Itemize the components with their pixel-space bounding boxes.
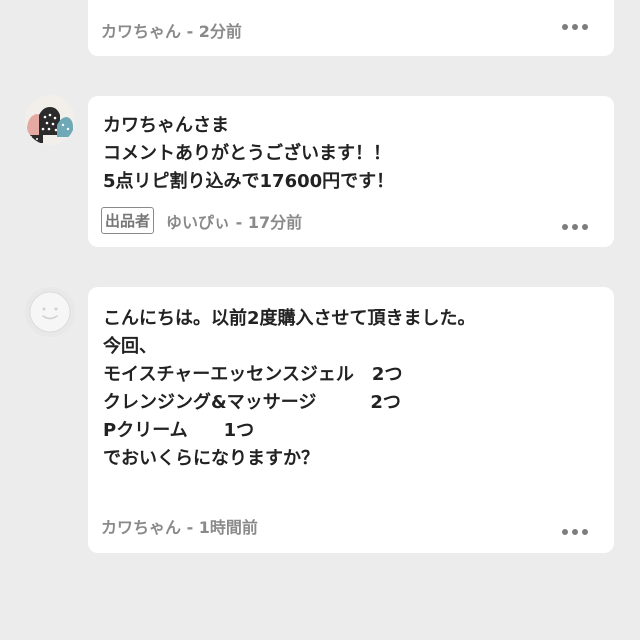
default-avatar-icon	[29, 291, 71, 333]
comment-time: 1時間前	[198, 518, 258, 537]
seller-avatar[interactable]	[25, 95, 75, 145]
comment-card: こんにちは。以前2度購入させて頂きました。 今回、 モイスチャーエッセンスジェル…	[88, 287, 614, 553]
comment-message: カワちゃんさま コメントありがとうございます！！ 5点リピ割り込みで17600円…	[103, 115, 395, 192]
comment-time: 17分前	[247, 212, 303, 232]
meta-separator: -	[230, 212, 248, 232]
more-dots-icon[interactable]	[562, 224, 588, 230]
seller-avatar-image	[25, 95, 75, 145]
comment-author[interactable]: カワちゃん	[101, 518, 181, 537]
meta-separator: -	[181, 518, 199, 537]
comment-author[interactable]: ゆいぴぃ	[166, 213, 230, 232]
comment-meta-text: カワちゃん - 2分前	[101, 18, 242, 42]
comment-meta: カワちゃん - 1時間前	[101, 514, 554, 538]
meta-separator: -	[181, 22, 199, 41]
comment-meta: カワちゃん - 2分前	[101, 18, 554, 42]
comment-time: 2分前	[198, 22, 242, 41]
comment-message: こんにちは。以前2度購入させて頂きました。 今回、 モイスチャーエッセンスジェル…	[103, 308, 476, 469]
more-dots-icon[interactable]	[562, 24, 588, 30]
seller-badge: 出品者	[101, 207, 155, 234]
comment-meta-text: カワちゃん - 1時間前	[101, 514, 258, 538]
comment-card: カワちゃんさま コメントありがとうございます！！ 5点リピ割り込みで17600円…	[88, 96, 614, 247]
comment-card: カワちゃん - 2分前	[88, 0, 614, 56]
comment-author[interactable]: カワちゃん	[101, 22, 181, 41]
comment-meta-text: ゆいぴぃ - 17分前	[166, 209, 302, 233]
comment-meta: 出品者 ゆいぴぃ - 17分前	[101, 207, 554, 234]
more-dots-icon[interactable]	[562, 529, 588, 535]
default-avatar[interactable]	[25, 287, 75, 337]
